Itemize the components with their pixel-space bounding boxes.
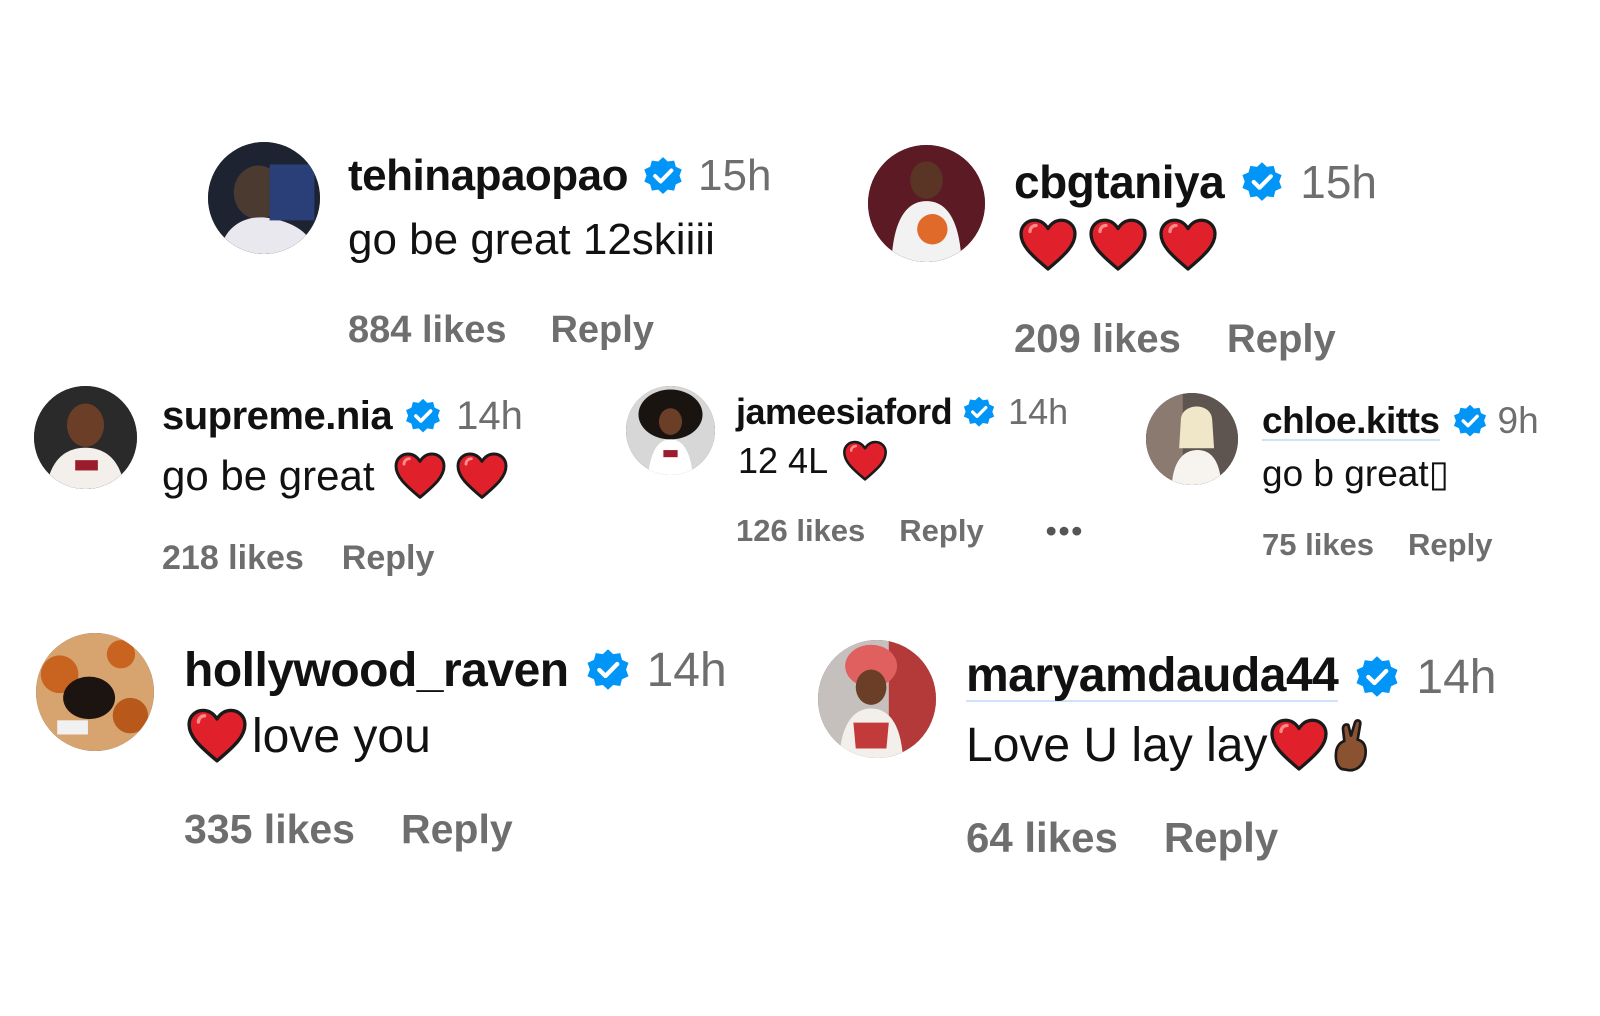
more-options-icon[interactable]: ••• xyxy=(1046,513,1085,549)
reply-button[interactable]: Reply xyxy=(1227,317,1336,362)
avatar[interactable] xyxy=(626,386,715,475)
verified-badge-icon xyxy=(1452,403,1488,439)
comment-text: Love U lay lay xyxy=(966,718,1268,772)
avatar[interactable] xyxy=(818,640,936,758)
comment-text: go be great 12skiiii xyxy=(348,215,715,264)
heart-emoji-icon xyxy=(393,452,447,500)
timestamp: 15h xyxy=(698,151,772,200)
reply-button[interactable]: Reply xyxy=(899,513,983,549)
avatar[interactable] xyxy=(208,142,320,254)
comment-text: go be great xyxy=(162,452,375,499)
likes-count[interactable]: 884 likes xyxy=(348,309,506,352)
heart-emoji-icon xyxy=(186,708,248,764)
reply-button[interactable]: Reply xyxy=(1408,527,1492,563)
comment-text: go b great▯ xyxy=(1262,452,1449,494)
timestamp: 14h xyxy=(1416,650,1497,704)
heart-emoji-icon xyxy=(1269,718,1329,772)
username[interactable]: hollywood_raven xyxy=(184,643,569,698)
reply-button[interactable]: Reply xyxy=(342,539,435,578)
reply-button[interactable]: Reply xyxy=(550,309,653,352)
verified-badge-icon xyxy=(1354,654,1400,700)
reply-button[interactable]: Reply xyxy=(401,806,513,853)
reply-button[interactable]: Reply xyxy=(1164,814,1278,862)
heart-emoji-icon xyxy=(842,440,888,482)
timestamp: 14h xyxy=(1008,391,1069,432)
avatar[interactable] xyxy=(34,386,137,489)
comment-text: love you xyxy=(252,709,431,763)
crossed-fingers-icon xyxy=(1331,718,1371,772)
avatar[interactable] xyxy=(1146,393,1238,485)
timestamp: 15h xyxy=(1300,156,1377,208)
username[interactable]: supreme.nia xyxy=(162,394,393,439)
likes-count[interactable]: 335 likes xyxy=(184,806,355,853)
likes-count[interactable]: 126 likes xyxy=(736,513,865,549)
avatar[interactable] xyxy=(868,145,985,262)
username[interactable]: tehinapaopao xyxy=(348,151,629,201)
username[interactable]: jameesiaford xyxy=(736,391,953,433)
heart-emoji-icon xyxy=(1018,218,1078,272)
heart-emoji-icon xyxy=(455,452,509,500)
timestamp: 14h xyxy=(456,393,523,438)
verified-badge-icon xyxy=(962,395,996,429)
verified-badge-icon xyxy=(404,397,442,435)
verified-badge-icon xyxy=(642,155,684,197)
timestamp: 9h xyxy=(1497,400,1539,441)
likes-count[interactable]: 75 likes xyxy=(1262,527,1374,563)
likes-count[interactable]: 209 likes xyxy=(1014,317,1181,362)
username[interactable]: maryamdauda44 xyxy=(966,652,1339,702)
heart-emoji-icon xyxy=(1088,218,1148,272)
avatar[interactable] xyxy=(36,633,154,751)
verified-badge-icon xyxy=(1240,160,1284,204)
likes-count[interactable]: 64 likes xyxy=(966,814,1118,862)
timestamp: 14h xyxy=(646,643,727,697)
likes-count[interactable]: 218 likes xyxy=(162,539,304,578)
username[interactable]: chloe.kitts xyxy=(1262,402,1440,441)
verified-badge-icon xyxy=(585,647,631,693)
comment-text: 12 4L xyxy=(738,440,829,481)
heart-emoji-icon xyxy=(1158,218,1218,272)
username[interactable]: cbgtaniya xyxy=(1014,155,1225,209)
